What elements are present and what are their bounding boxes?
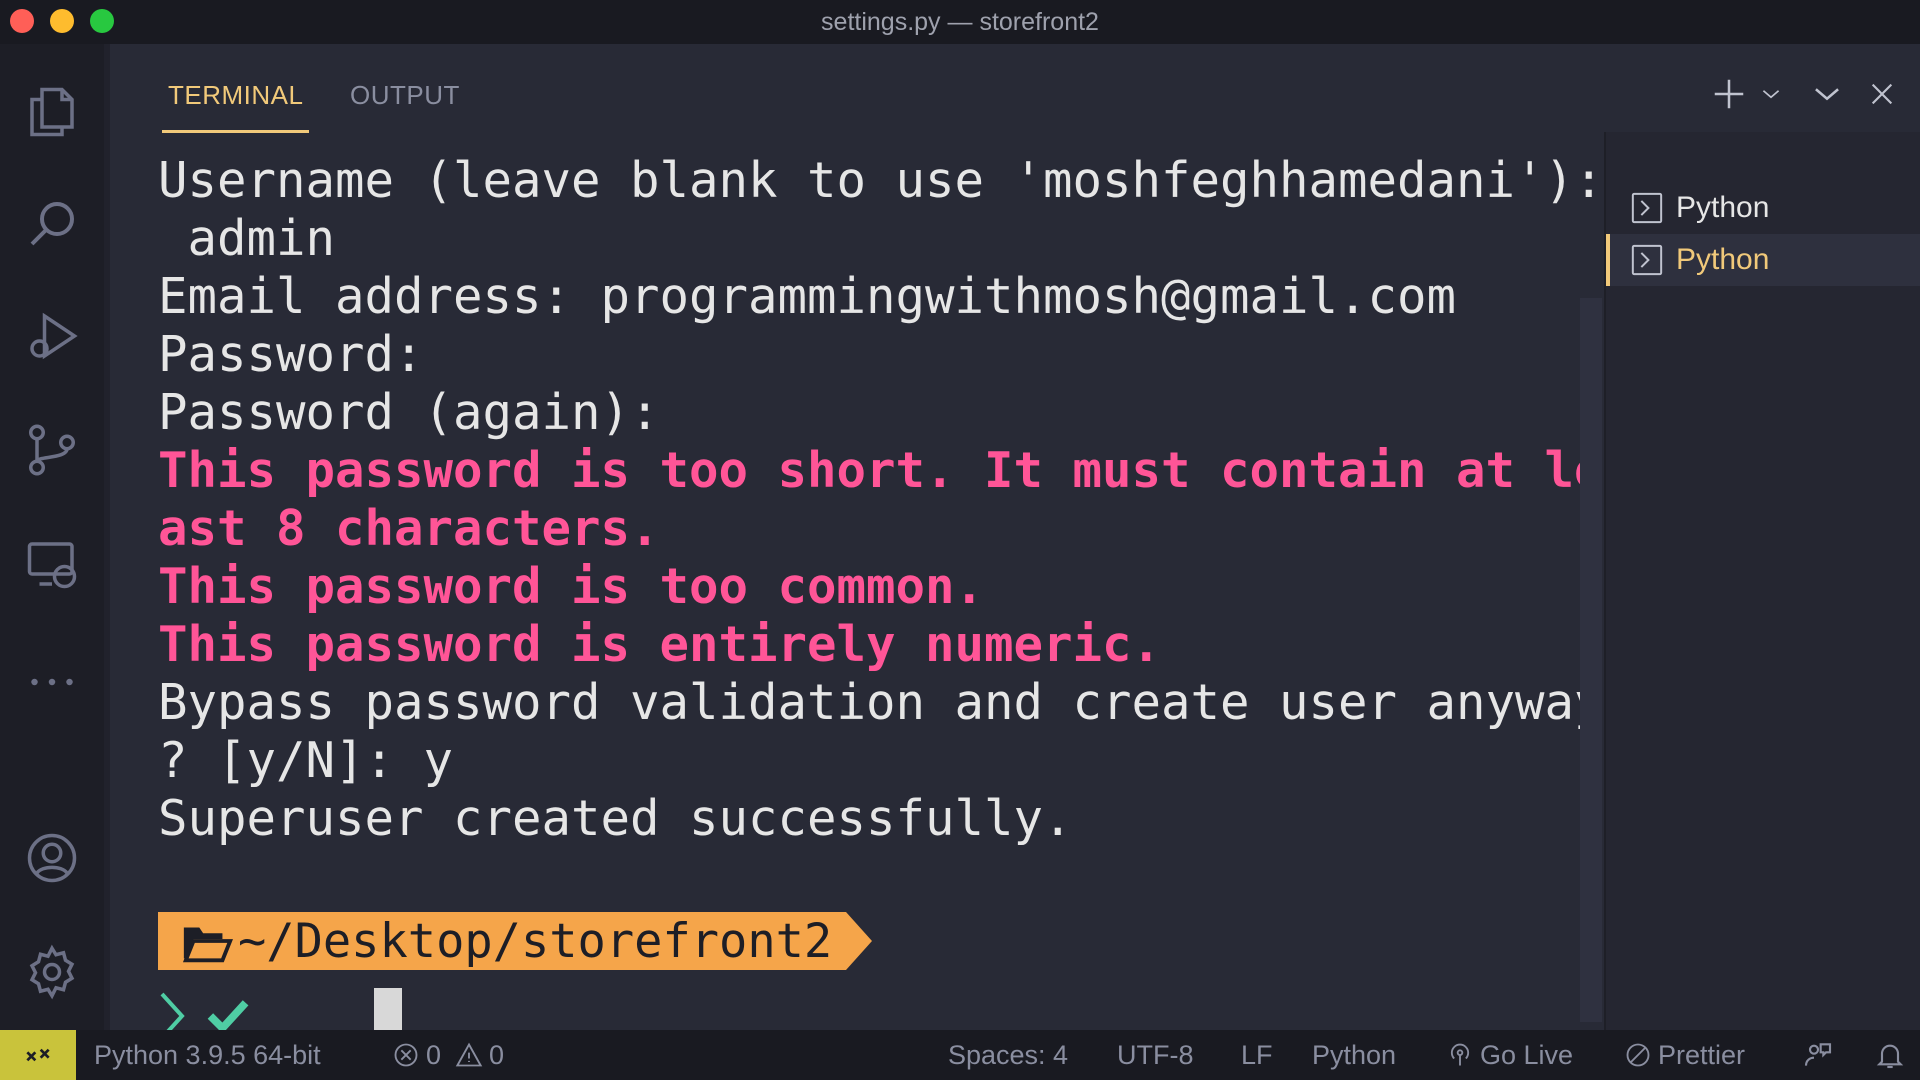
prettier-icon xyxy=(1626,1043,1650,1067)
files-icon[interactable] xyxy=(18,78,86,146)
remote-explorer-icon[interactable] xyxy=(18,530,86,598)
terminal-list-label: Python xyxy=(1676,243,1770,276)
terminal-list: Python Python xyxy=(1604,132,1920,1030)
status-bar: Python 3.9.5 64-bit 0 0 Spaces: 4 UTF-8 … xyxy=(0,1030,1920,1080)
run-debug-icon[interactable] xyxy=(18,302,86,370)
terminal-panel: TERMINAL OUTPUT Username (leave blank to… xyxy=(110,44,1920,1044)
terminal-line: Superuser created successfully. xyxy=(158,790,1073,847)
window-maximize-button[interactable] xyxy=(90,9,114,33)
terminal-list-label: Python xyxy=(1676,191,1770,224)
terminal-list-item-active[interactable]: Python xyxy=(1606,234,1920,286)
prompt-arrow xyxy=(846,912,873,970)
indentation-indicator[interactable]: Spaces: 4 xyxy=(948,1030,1068,1080)
terminal-error-line: This password is too short. It must cont… xyxy=(158,442,1604,499)
prompt-segment: ~/Desktop/storefront2 xyxy=(158,912,847,970)
terminal-line: Email address: programmingwithmosh@gmail… xyxy=(158,268,1457,325)
window-minimize-button[interactable] xyxy=(50,9,74,33)
warning-icon xyxy=(455,1042,483,1067)
terminal-line: ? [y/N]: y xyxy=(158,732,454,789)
search-icon[interactable] xyxy=(18,190,86,258)
prettier-button[interactable]: Prettier xyxy=(1624,1030,1745,1080)
remote-indicator[interactable] xyxy=(0,1030,76,1080)
terminal-error-line: ast 8 characters. xyxy=(158,500,660,557)
encoding-indicator[interactable]: UTF-8 xyxy=(1117,1030,1194,1080)
terminal-error-line: This password is entirely numeric. xyxy=(158,616,1162,673)
error-count: 0 xyxy=(426,1039,442,1070)
python-interpreter[interactable]: Python 3.9.5 64-bit xyxy=(94,1030,321,1080)
terminal-line: Username (leave blank to use 'moshfeghha… xyxy=(158,152,1604,209)
eol-indicator[interactable]: LF xyxy=(1241,1030,1273,1080)
chevron-down-icon[interactable] xyxy=(1808,72,1846,116)
terminal-line: admin xyxy=(158,210,336,267)
feedback-icon[interactable] xyxy=(1802,1030,1840,1080)
chevron-down-icon[interactable] xyxy=(1758,72,1784,116)
go-live-label: Go Live xyxy=(1480,1039,1574,1070)
problems-indicator[interactable]: 0 0 xyxy=(392,1030,504,1080)
more-icon[interactable] xyxy=(18,648,86,716)
settings-gear-icon[interactable] xyxy=(18,938,86,1006)
terminal-error-line: This password is too common. xyxy=(158,558,985,615)
terminal-line: Bypass password validation and create us… xyxy=(158,674,1604,731)
terminal-icon xyxy=(1631,192,1663,224)
tab-output[interactable]: OUTPUT xyxy=(350,80,460,130)
title-bar: settings.py — storefront2 xyxy=(0,0,1920,44)
terminal-scrollbar[interactable] xyxy=(1580,298,1602,1022)
plus-icon[interactable] xyxy=(1710,72,1748,116)
account-icon[interactable] xyxy=(18,824,86,892)
folder-open-icon xyxy=(182,927,233,963)
terminal-icon xyxy=(1631,244,1663,276)
broadcast-icon xyxy=(1450,1043,1470,1066)
warning-count: 0 xyxy=(489,1039,505,1070)
notifications-bell-icon[interactable] xyxy=(1874,1030,1912,1080)
activity-bar xyxy=(0,44,104,1030)
language-mode[interactable]: Python xyxy=(1312,1030,1396,1080)
shell-prompt: ~/Desktop/storefront2 xyxy=(158,912,873,970)
terminal-output[interactable]: Username (leave blank to use 'moshfeghha… xyxy=(158,152,1638,1012)
prettier-label: Prettier xyxy=(1658,1039,1746,1070)
terminal-line: Password: xyxy=(158,326,424,383)
go-live-button[interactable]: Go Live xyxy=(1446,1030,1573,1080)
terminal-line: Password (again): xyxy=(158,384,660,441)
window-close-button[interactable] xyxy=(10,9,34,33)
prompt-path: ~/Desktop/storefront2 xyxy=(238,913,833,969)
close-icon[interactable] xyxy=(1866,72,1898,116)
remote-icon xyxy=(26,1048,50,1062)
terminal-list-item[interactable]: Python xyxy=(1606,182,1920,234)
window-title: settings.py — storefront2 xyxy=(821,7,1099,36)
error-icon xyxy=(394,1043,418,1067)
tab-terminal[interactable]: TERMINAL xyxy=(162,80,310,133)
source-control-icon[interactable] xyxy=(18,416,86,484)
